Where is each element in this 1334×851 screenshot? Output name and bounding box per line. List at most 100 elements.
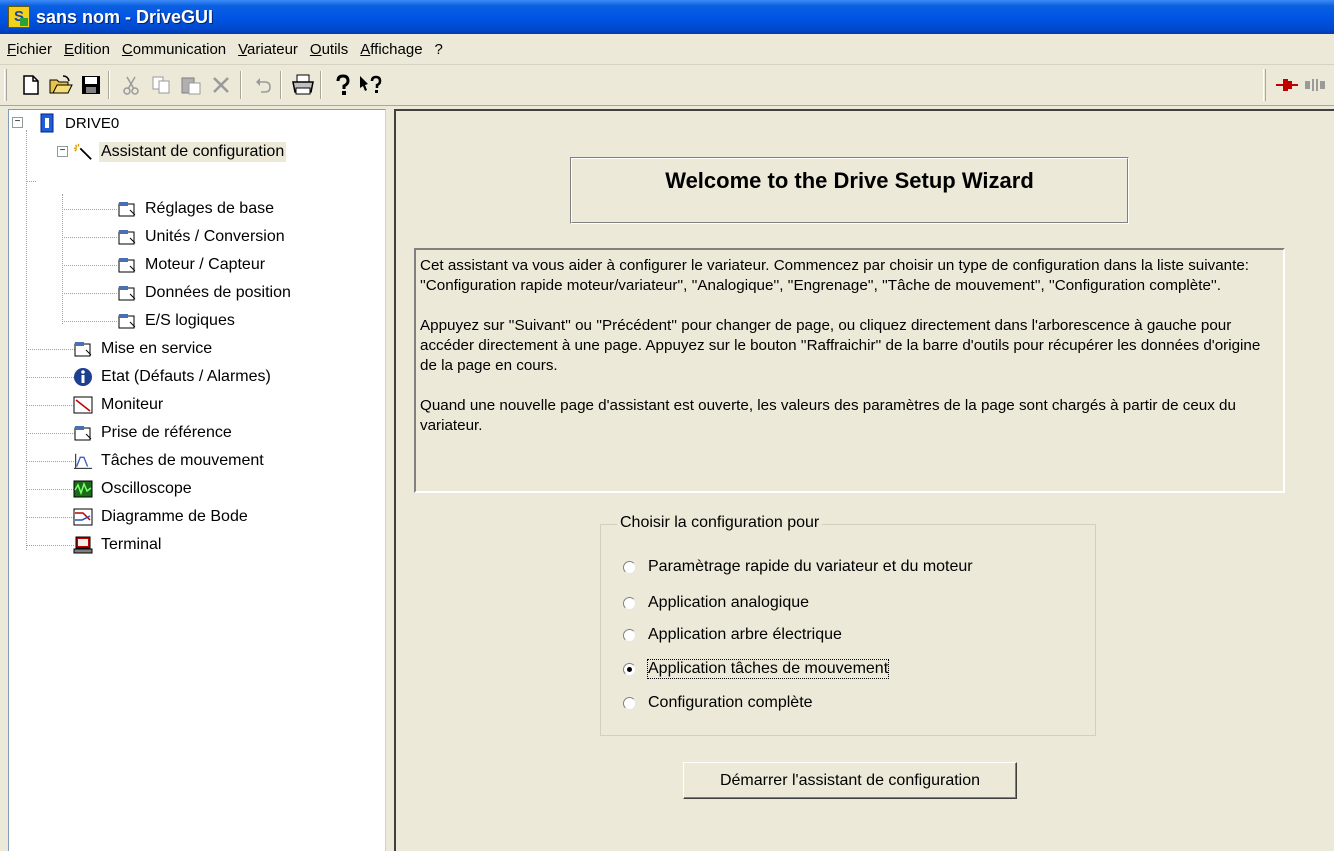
navigation-tree: − DRIVE0 − Assistant de configuration Ré… — [8, 109, 386, 851]
context-help-icon[interactable] — [358, 72, 384, 98]
menu-communication[interactable]: Communication — [122, 41, 226, 58]
tree-line — [62, 194, 64, 324]
cut-icon[interactable] — [118, 72, 144, 98]
radio-button[interactable] — [623, 628, 636, 642]
monitor-icon — [73, 395, 93, 415]
start-wizard-button[interactable]: Démarrer l'assistant de configuration — [683, 762, 1017, 799]
terminal-icon — [73, 535, 93, 555]
menu-affichage[interactable]: Affichage — [360, 41, 422, 58]
configuration-group: Choisir la configuration pour Paramètrag… — [600, 514, 1096, 736]
tree-item-commissioning[interactable]: Mise en service — [73, 336, 214, 362]
tree-line — [62, 209, 117, 211]
menu-outils[interactable]: Outils — [310, 41, 348, 58]
help-icon[interactable] — [330, 72, 356, 98]
option-quick-setup[interactable]: Paramètrage rapide du variateur et du mo… — [623, 555, 973, 579]
intro-paragraph: Quand une nouvelle page d'assistant est … — [420, 397, 1236, 434]
tree-line — [26, 181, 36, 183]
window-title: sans nom - DriveGUI — [36, 6, 214, 27]
delete-icon[interactable] — [208, 72, 234, 98]
title-bar: S sans nom - DriveGUI — [0, 0, 1334, 34]
tree-item-digital-io[interactable]: E/S logiques — [117, 308, 237, 334]
radio-button[interactable] — [623, 696, 636, 710]
option-label: Application analogique — [648, 594, 810, 611]
tree-item-terminal[interactable]: Terminal — [73, 532, 163, 558]
bode-plot-icon — [73, 507, 93, 527]
option-motion-tasks[interactable]: Application tâches de mouvement — [623, 657, 890, 681]
radio-button-checked[interactable] — [623, 662, 636, 676]
tree-line — [26, 489, 74, 491]
info-icon — [73, 367, 93, 387]
option-label: Paramètrage rapide du variateur et du mo… — [648, 558, 973, 575]
toolbar-separator — [108, 71, 110, 99]
option-electronic-gearing[interactable]: Application arbre électrique — [623, 623, 842, 647]
group-label: Choisir la configuration pour — [617, 514, 823, 532]
option-analog[interactable]: Application analogique — [623, 591, 809, 615]
tree-item-motion-tasks[interactable]: Tâches de mouvement — [73, 448, 266, 474]
tree-line — [62, 237, 117, 239]
page-icon — [73, 339, 93, 359]
page-icon — [117, 255, 137, 275]
disconnect-icon[interactable] — [1302, 72, 1328, 98]
option-label: Application arbre électrique — [648, 626, 842, 643]
option-label: Configuration complète — [648, 694, 813, 711]
tree-item-units[interactable]: Unités / Conversion — [117, 224, 287, 250]
toolbar-separator — [280, 71, 282, 99]
undo-icon[interactable] — [250, 72, 276, 98]
tree-collapse-toggle[interactable]: − — [12, 117, 23, 128]
intro-paragraph: Appuyez sur ''Suivant'' ou ''Précédent''… — [420, 317, 1261, 374]
page-icon — [73, 423, 93, 443]
tree-item-bode[interactable]: Diagramme de Bode — [73, 504, 250, 530]
radio-button[interactable] — [623, 596, 636, 610]
tree-item-homing[interactable]: Prise de référence — [73, 420, 234, 446]
tree-item-position-data[interactable]: Données de position — [117, 280, 293, 306]
tree-line — [62, 293, 117, 295]
page-icon — [117, 227, 137, 247]
page-icon — [117, 311, 137, 331]
menu-edition[interactable]: Edition — [64, 41, 110, 58]
open-folder-icon[interactable] — [48, 72, 74, 98]
page-icon — [117, 199, 137, 219]
welcome-panel: Welcome to the Drive Setup Wizard — [570, 157, 1129, 224]
tree-item-wizard[interactable]: Assistant de configuration — [73, 139, 287, 165]
tree-line — [26, 130, 28, 550]
radio-button[interactable] — [623, 560, 636, 574]
tree-item-monitor[interactable]: Moniteur — [73, 392, 165, 418]
toolbar-grip[interactable] — [4, 69, 7, 101]
tree-line — [26, 377, 74, 379]
tree-item-oscilloscope[interactable]: Oscilloscope — [73, 476, 194, 502]
tree-line — [26, 405, 74, 407]
toolbar-separator — [240, 71, 242, 99]
pane-splitter[interactable] — [386, 106, 392, 851]
page-icon — [117, 283, 137, 303]
tree-item-basic-settings[interactable]: Réglages de base — [117, 196, 276, 222]
tree-line — [62, 321, 117, 323]
toolbar — [0, 65, 1334, 106]
new-file-icon[interactable] — [18, 72, 44, 98]
menu-fichier[interactable]: Fichier — [7, 41, 52, 58]
toolbar-separator — [320, 71, 322, 99]
tree-line — [26, 545, 74, 547]
tree-collapse-toggle[interactable]: − — [57, 146, 68, 157]
option-full-configuration[interactable]: Configuration complète — [623, 691, 813, 715]
toolbar-grip-2[interactable] — [1263, 69, 1266, 101]
print-icon[interactable] — [290, 72, 316, 98]
option-label: Application tâches de mouvement — [646, 659, 890, 679]
menu-help[interactable]: ? — [435, 41, 443, 58]
motion-profile-icon — [73, 451, 93, 471]
tree-item-motor[interactable]: Moteur / Capteur — [117, 252, 267, 278]
app-icon: S — [8, 6, 30, 28]
copy-icon[interactable] — [148, 72, 174, 98]
paste-icon[interactable] — [178, 72, 204, 98]
tree-item-drive0[interactable]: DRIVE0 — [37, 110, 121, 136]
menu-variateur[interactable]: Variateur — [238, 41, 298, 58]
oscilloscope-icon — [73, 479, 93, 499]
drive-icon — [37, 113, 57, 133]
connect-icon[interactable] — [1274, 72, 1300, 98]
tree-line — [62, 265, 117, 267]
intro-paragraph: Cet assistant va vous aider à configurer… — [420, 257, 1249, 294]
tree-line — [26, 517, 74, 519]
intro-text-box: Cet assistant va vous aider à configurer… — [414, 248, 1285, 493]
tree-item-status[interactable]: Etat (Défauts / Alarmes) — [73, 364, 273, 390]
page-title: Welcome to the Drive Setup Wizard — [665, 168, 1034, 193]
save-icon[interactable] — [78, 72, 104, 98]
